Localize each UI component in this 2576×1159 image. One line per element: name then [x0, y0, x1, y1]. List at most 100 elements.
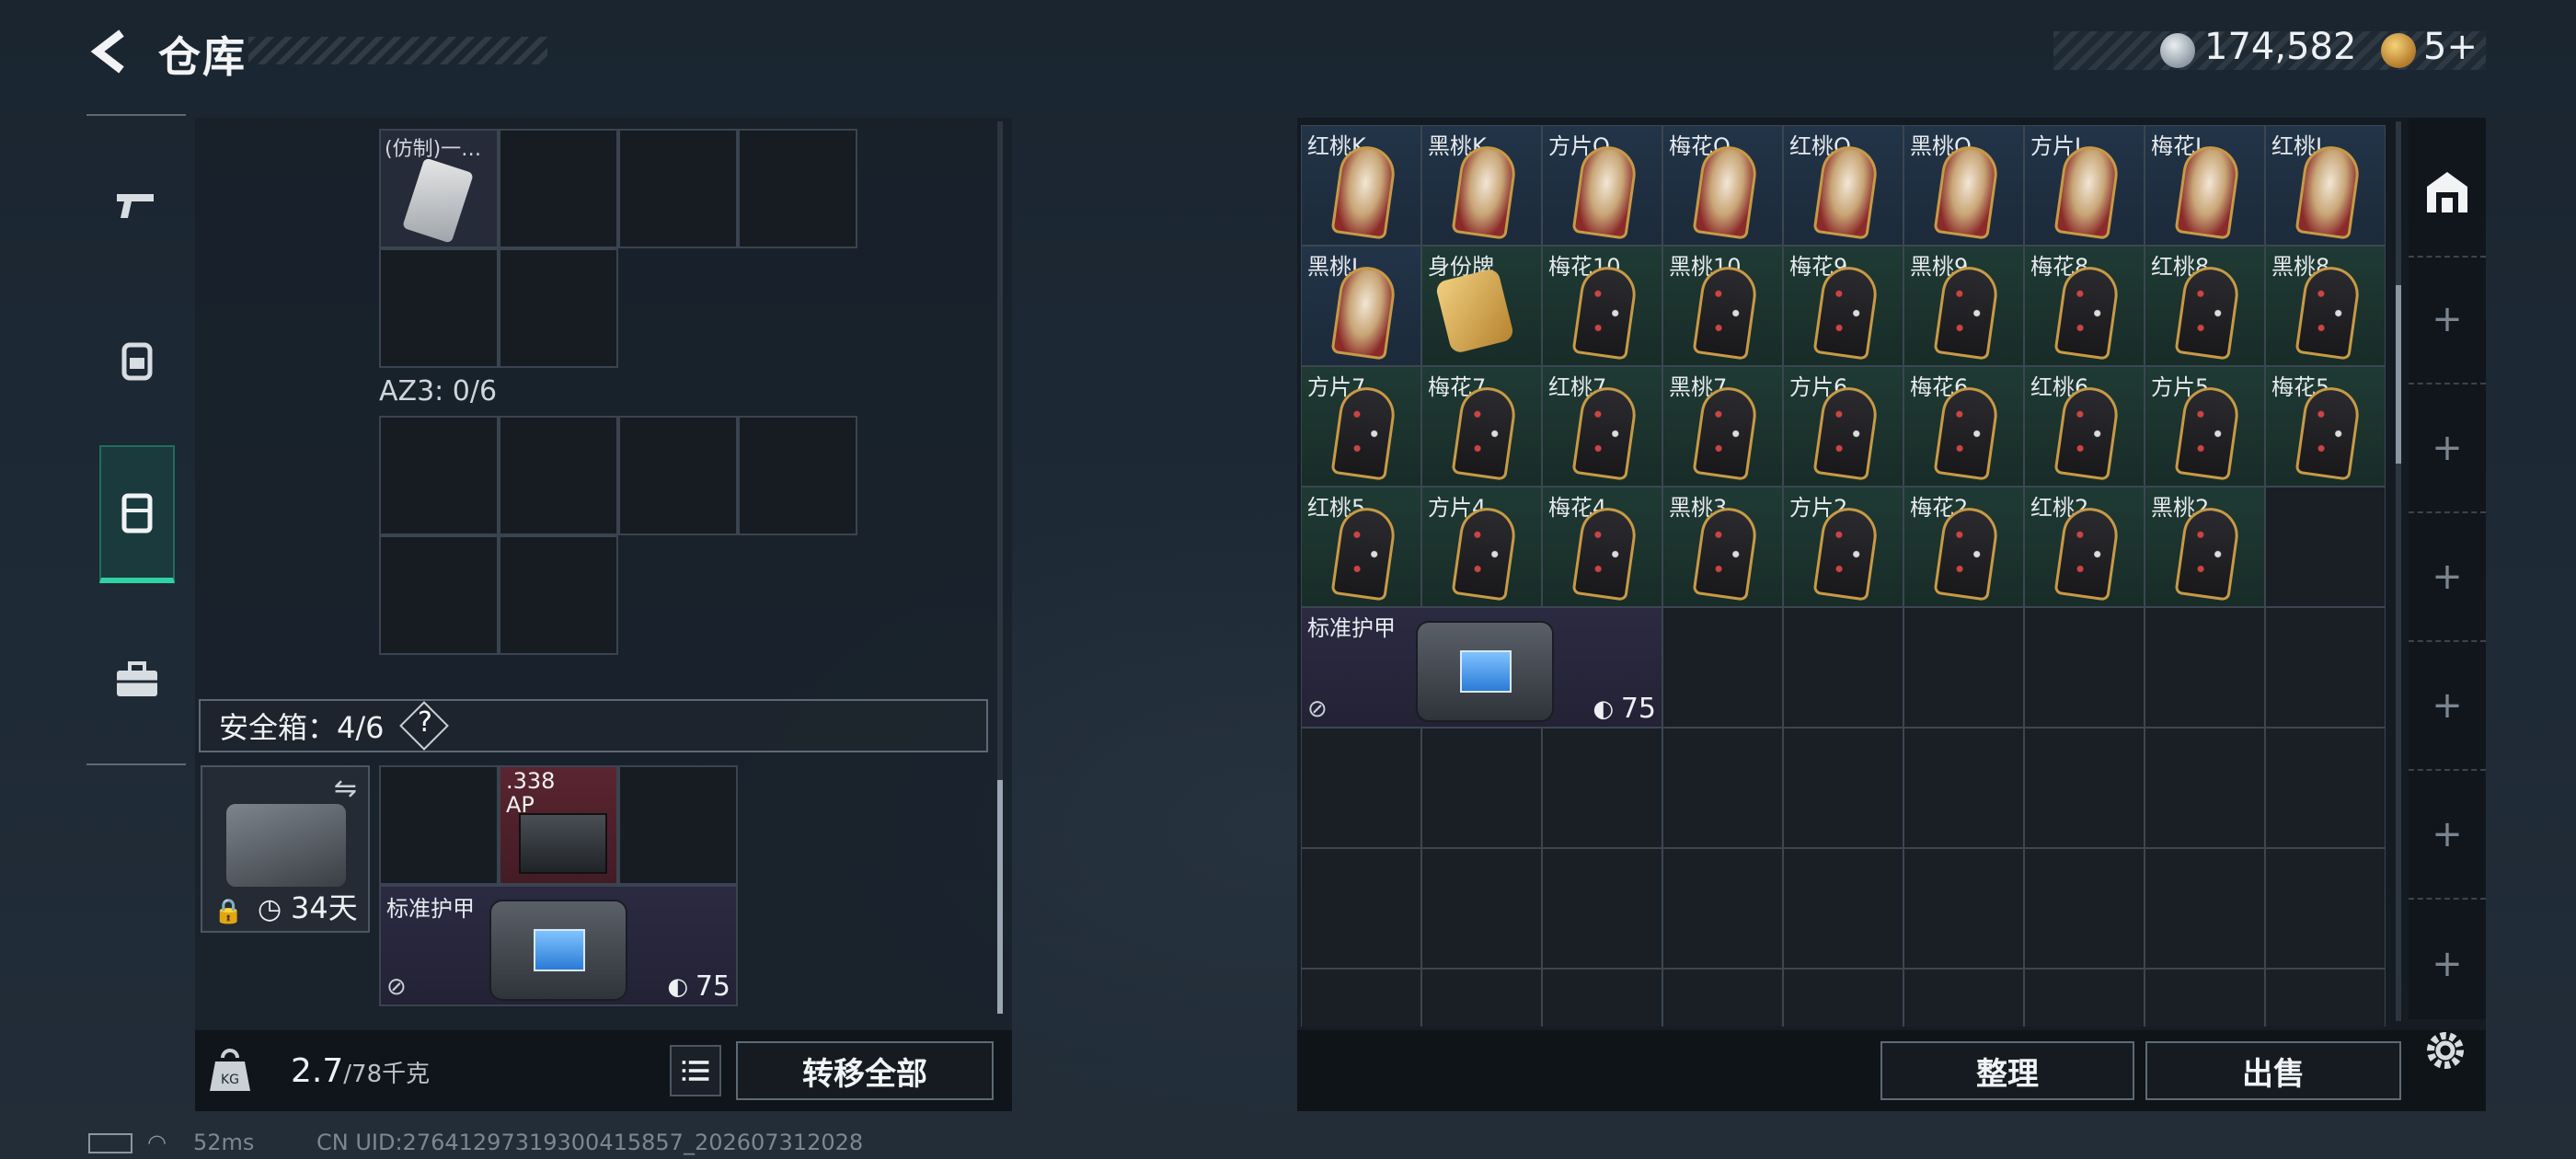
left-scroll-thumb[interactable]: [997, 780, 1003, 1014]
storage-item[interactable]: 黑桃3: [1662, 487, 1783, 607]
storage-slot[interactable]: [2024, 728, 2145, 848]
storage-slot[interactable]: [2265, 607, 2386, 728]
inventory-slot[interactable]: [618, 416, 738, 535]
storage-item[interactable]: 黑桃J: [1301, 246, 1421, 366]
storage-slot[interactable]: [1903, 728, 2024, 848]
storage-item[interactable]: 红桃Q: [1783, 125, 1903, 246]
nav-backpack[interactable]: [99, 291, 175, 429]
inventory-slot[interactable]: [379, 416, 499, 535]
storage-item[interactable]: 梅花10: [1542, 246, 1662, 366]
storage-item[interactable]: 红桃K: [1301, 125, 1421, 246]
storage-item[interactable]: 梅花J: [2145, 125, 2265, 246]
inventory-slot[interactable]: [499, 248, 618, 368]
storage-item[interactable]: 黑桃8: [2265, 246, 2386, 366]
storage-item[interactable]: 方片2: [1783, 487, 1903, 607]
storage-slot[interactable]: [2265, 969, 2386, 1027]
storage-item[interactable]: 方片Q: [1542, 125, 1662, 246]
storage-slot[interactable]: [1542, 969, 1662, 1027]
nav-case[interactable]: [99, 611, 175, 749]
storage-slot[interactable]: [1903, 969, 2024, 1027]
storage-item[interactable]: 方片J: [2024, 125, 2145, 246]
storage-tab-add[interactable]: +: [2409, 642, 2486, 771]
storage-slot[interactable]: [2024, 848, 2145, 969]
safe-armor-item[interactable]: 标准护甲 ⊘ ◐ 75: [379, 885, 738, 1006]
storage-slot[interactable]: [2265, 848, 2386, 969]
storage-slot[interactable]: [1421, 848, 1542, 969]
storage-slot[interactable]: [1301, 848, 1421, 969]
inventory-slot[interactable]: [738, 416, 857, 535]
sell-button[interactable]: 出售: [2145, 1041, 2401, 1100]
storage-armor-item[interactable]: 标准护甲 ⊘ ◐ 75: [1301, 607, 1662, 728]
storage-slot[interactable]: [1542, 728, 1662, 848]
storage-slot[interactable]: [1662, 607, 1783, 728]
storage-item[interactable]: 身份牌: [1421, 246, 1542, 366]
storage-slot[interactable]: [1783, 848, 1903, 969]
storage-slot[interactable]: [2145, 969, 2265, 1027]
storage-item[interactable]: 黑桃10: [1662, 246, 1783, 366]
storage-item[interactable]: 红桃2: [2024, 487, 2145, 607]
storage-tab-add[interactable]: +: [2409, 771, 2486, 900]
inventory-slot[interactable]: [499, 535, 618, 655]
settings-button[interactable]: [2418, 1023, 2473, 1078]
list-view-button[interactable]: [670, 1045, 721, 1096]
inventory-slot[interactable]: (仿制)一…: [379, 129, 499, 248]
storage-item[interactable]: 梅花Q: [1662, 125, 1783, 246]
storage-item[interactable]: 黑桃2: [2145, 487, 2265, 607]
safe-box-item[interactable]: ⇋ 🔒 ◷ 34天: [201, 765, 370, 933]
safe-slot[interactable]: [618, 765, 738, 885]
storage-tab-main[interactable]: [2409, 129, 2486, 258]
storage-slot[interactable]: [1542, 848, 1662, 969]
storage-tab-add[interactable]: +: [2409, 900, 2486, 1028]
storage-slot[interactable]: [2145, 607, 2265, 728]
storage-slot[interactable]: [1783, 969, 1903, 1027]
storage-slot[interactable]: [1903, 607, 2024, 728]
storage-item[interactable]: 红桃5: [1301, 487, 1421, 607]
storage-item[interactable]: 红桃J: [2265, 125, 2386, 246]
storage-item[interactable]: 梅花9: [1783, 246, 1903, 366]
sort-button[interactable]: 整理: [1880, 1041, 2134, 1100]
storage-item[interactable]: 梅花5: [2265, 366, 2386, 487]
storage-item[interactable]: 黑桃K: [1421, 125, 1542, 246]
storage-item[interactable]: 黑桃Q: [1903, 125, 2024, 246]
storage-item[interactable]: 梅花6: [1903, 366, 2024, 487]
nav-weapon[interactable]: [99, 134, 175, 272]
storage-slot[interactable]: [2024, 969, 2145, 1027]
storage-slot[interactable]: [1903, 848, 2024, 969]
coupon-amount[interactable]: 5+: [2423, 26, 2478, 68]
storage-item[interactable]: 梅花2: [1903, 487, 2024, 607]
storage-slot[interactable]: [1783, 728, 1903, 848]
storage-item[interactable]: 黑桃7: [1662, 366, 1783, 487]
storage-slot[interactable]: [1301, 728, 1421, 848]
storage-slot[interactable]: [1662, 969, 1783, 1027]
storage-slot[interactable]: [2145, 728, 2265, 848]
inventory-slot[interactable]: [379, 535, 499, 655]
storage-slot[interactable]: [1662, 848, 1783, 969]
storage-slot[interactable]: [2265, 487, 2386, 607]
storage-slot[interactable]: [1421, 969, 1542, 1027]
storage-item[interactable]: 红桃7: [1542, 366, 1662, 487]
inventory-slot[interactable]: [618, 129, 738, 248]
storage-slot[interactable]: [2024, 607, 2145, 728]
storage-item[interactable]: 梅花4: [1542, 487, 1662, 607]
back-button[interactable]: [85, 26, 140, 77]
safe-slot-ammo[interactable]: .338 AP: [499, 765, 618, 885]
inventory-slot[interactable]: [738, 129, 857, 248]
inventory-slot[interactable]: [499, 416, 618, 535]
storage-item[interactable]: 方片5: [2145, 366, 2265, 487]
storage-tab-add[interactable]: +: [2409, 384, 2486, 513]
storage-item[interactable]: 方片7: [1301, 366, 1421, 487]
storage-slot[interactable]: [2145, 848, 2265, 969]
storage-slot[interactable]: [1421, 728, 1542, 848]
storage-item[interactable]: 方片4: [1421, 487, 1542, 607]
storage-slot[interactable]: [1301, 969, 1421, 1027]
nav-vest[interactable]: [99, 445, 175, 583]
storage-item[interactable]: 方片6: [1783, 366, 1903, 487]
storage-slot[interactable]: [1783, 607, 1903, 728]
inventory-slot[interactable]: [499, 129, 618, 248]
storage-item[interactable]: 红桃6: [2024, 366, 2145, 487]
storage-slot[interactable]: [1662, 728, 1783, 848]
transfer-all-button[interactable]: 转移全部: [736, 1041, 994, 1100]
storage-tab-add[interactable]: +: [2409, 256, 2486, 384]
safe-slot[interactable]: [379, 765, 499, 885]
inventory-slot[interactable]: [379, 248, 499, 368]
